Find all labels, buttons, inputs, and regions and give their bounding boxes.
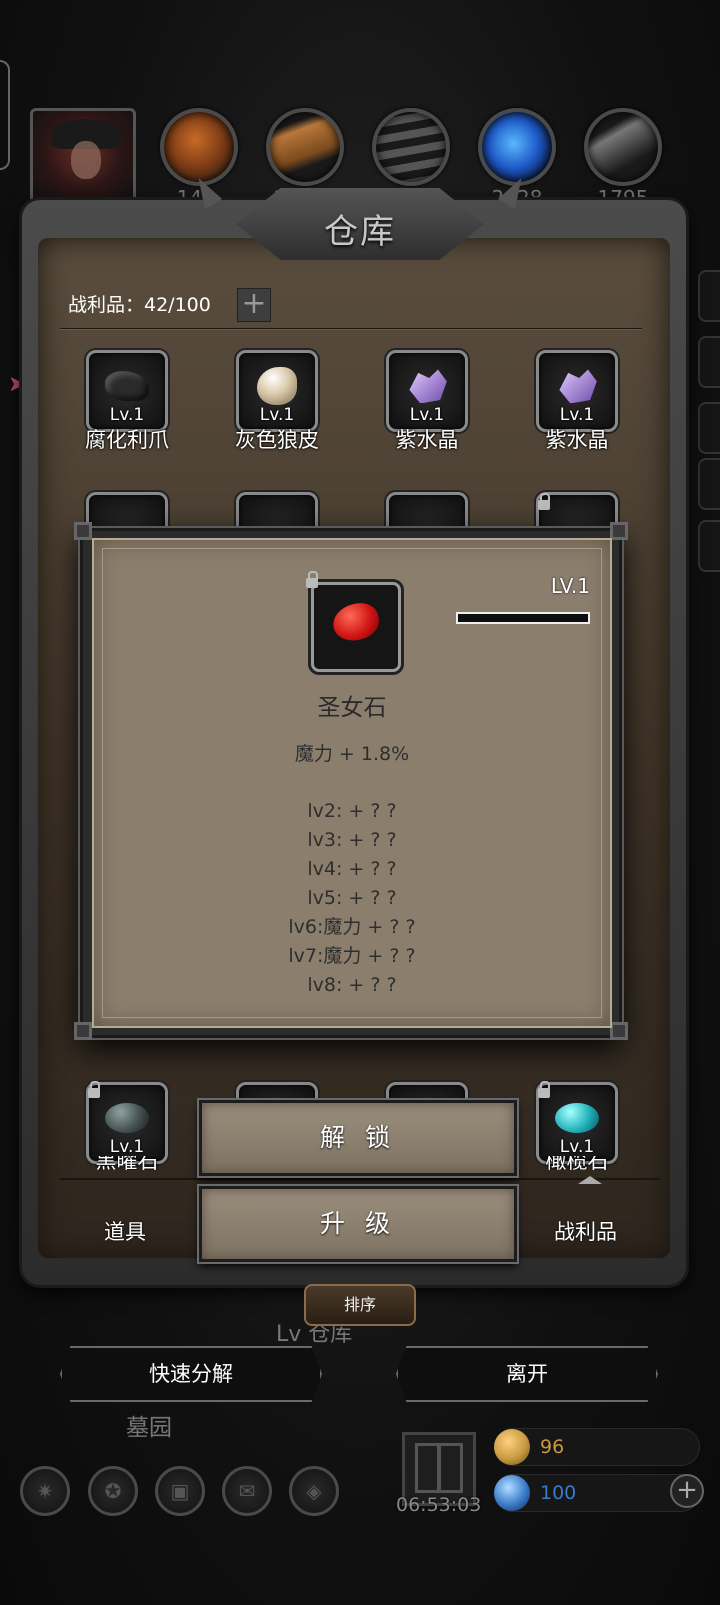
nav-map-button[interactable]: ◈ [289, 1466, 339, 1516]
popup-corner [610, 1022, 628, 1040]
right-side-tab[interactable] [698, 458, 720, 510]
upgrade-line: lv5: + ? ? [307, 887, 397, 909]
gold-value: 96 [540, 1436, 565, 1458]
active-tab-indicator [578, 1176, 602, 1184]
left-side-handle[interactable] [0, 60, 10, 170]
detail-item-name: 圣女石 [317, 695, 387, 721]
detail-level: LV.1 [550, 574, 590, 598]
item-name: 橄榄石 [545, 1156, 609, 1170]
quick-decompose-button[interactable]: 快速分解 [60, 1346, 322, 1402]
leave-button[interactable]: 离开 [396, 1346, 658, 1402]
lock-icon [538, 1081, 550, 1098]
avatar-face [71, 141, 101, 179]
upgrade-line: lv8: + ? ? [307, 974, 397, 996]
iron-resource-icon[interactable] [584, 108, 662, 186]
gold-coin-icon [494, 1429, 530, 1465]
item-name: 紫水晶 [545, 428, 609, 452]
saint-stone-icon [329, 599, 383, 645]
tab-items[interactable]: 道具 [104, 1216, 146, 1246]
lock-icon [88, 1081, 100, 1098]
current-stat: 魔力 + 1.8% [294, 743, 410, 765]
item-level: Lv.1 [409, 405, 445, 425]
upgrade-line: lv7:魔力 + ? ? [288, 945, 416, 967]
mail-icon: ✉ [238, 1479, 256, 1503]
right-side-tab[interactable] [698, 520, 720, 572]
blue-gem-icon [494, 1475, 530, 1511]
stone-resource-icon[interactable] [372, 108, 450, 186]
popup-corner [74, 1022, 92, 1040]
sort-button[interactable]: 排序 [304, 1284, 416, 1326]
item-slot[interactable]: Lv.1 [236, 350, 318, 432]
divider [60, 328, 642, 330]
right-side-tab[interactable] [698, 336, 720, 388]
item-name: 紫水晶 [395, 428, 459, 452]
item-slot[interactable]: Lv.1 [386, 350, 468, 432]
item-level: Lv.1 [559, 405, 595, 425]
gem-value: 100 [540, 1482, 577, 1504]
popup-corner [74, 522, 92, 540]
gear-icon: ✷ [36, 1479, 54, 1503]
detail-item-slot [311, 582, 401, 672]
star-icon: ✪ [104, 1479, 122, 1503]
amethyst-icon [409, 369, 447, 404]
item-level: Lv.1 [559, 1137, 595, 1157]
wolf-pelt-icon [257, 367, 297, 406]
right-side-tab[interactable] [698, 270, 720, 322]
location-label: 墓园 [126, 1415, 172, 1441]
nav-settings-button[interactable]: ✷ [20, 1466, 70, 1516]
expand-capacity-button[interactable]: + [237, 288, 271, 322]
upgrade-line: lv6:魔力 + ? ? [288, 916, 416, 938]
lock-icon [538, 493, 550, 510]
nav-achievement-button[interactable]: ✪ [88, 1466, 138, 1516]
item-slot[interactable]: Lv.1 [86, 350, 168, 432]
item-level: Lv.1 [109, 1137, 145, 1157]
level-progress-bar [456, 612, 590, 624]
item-name: 黑曜石 [95, 1156, 159, 1170]
tab-divider [60, 1178, 660, 1180]
nav-guild-button[interactable]: ▣ [155, 1466, 205, 1516]
loot-capacity-label: 战利品：42/100 [68, 294, 211, 316]
crystal-resource-icon[interactable] [478, 108, 556, 186]
wood-resource-icon[interactable] [266, 108, 344, 186]
item-slot[interactable]: Lv.1 [536, 350, 618, 432]
turquoise-icon [555, 1103, 599, 1134]
item-level: Lv.1 [259, 405, 295, 425]
gift-icon [415, 1443, 463, 1493]
meat-resource-icon[interactable] [160, 108, 238, 186]
upgrade-line: lv4: + ? ? [307, 858, 397, 880]
right-side-tab[interactable] [698, 402, 720, 454]
nav-mail-button[interactable]: ✉ [222, 1466, 272, 1516]
add-gems-button[interactable]: + [670, 1474, 704, 1508]
panel-title: 仓库 [324, 212, 396, 252]
upgrade-button[interactable]: 升 级 [199, 1186, 517, 1262]
upgrade-line: lv2: + ? ? [307, 800, 397, 822]
gift-timer: 06:53:03 [396, 1494, 482, 1516]
amethyst-icon [559, 369, 597, 404]
item-level: Lv.1 [109, 405, 145, 425]
obsidian-icon [105, 1103, 149, 1134]
player-avatar[interactable] [30, 108, 136, 204]
map-icon: ◈ [306, 1479, 322, 1503]
banner-icon: ▣ [170, 1479, 190, 1503]
tab-loot[interactable]: 战利品 [554, 1216, 617, 1246]
unlock-button[interactable]: 解 锁 [199, 1100, 517, 1176]
item-name: 腐化利爪 [85, 428, 169, 452]
upgrade-line: lv3: + ? ? [307, 829, 397, 851]
claw-icon [105, 371, 149, 402]
popup-corner [610, 522, 628, 540]
item-name: 灰色狼皮 [235, 428, 319, 452]
lock-icon [306, 571, 318, 588]
